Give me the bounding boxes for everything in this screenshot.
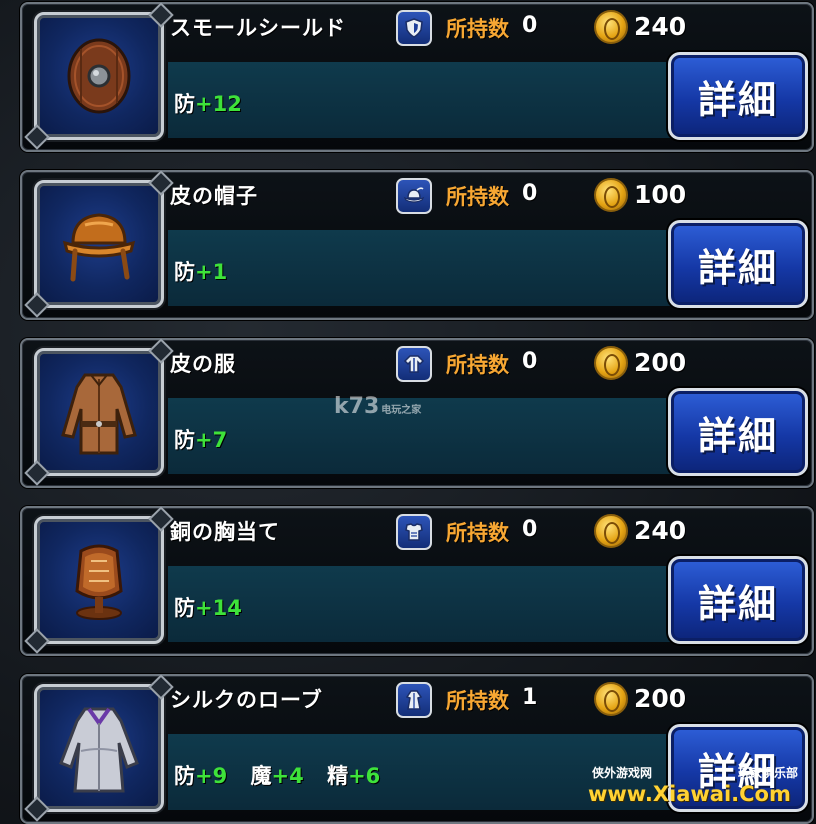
hat-icon (396, 178, 432, 214)
stat-defense: 防+1 (174, 260, 228, 284)
stat-defense: 防+9 (174, 764, 228, 788)
item-thumbnail (34, 516, 164, 644)
detail-button[interactable]: 詳細 (668, 556, 808, 644)
owned-label: 所持数 (446, 689, 509, 713)
stats-band (168, 398, 688, 474)
shop-item-row[interactable]: 皮の帽子 所持数 0 100 防+1 詳細 (20, 170, 814, 320)
item-price: 200 (634, 684, 687, 713)
leather-hat-image (62, 213, 136, 282)
owned-label: 所持数 (446, 185, 509, 209)
item-stats: 防+1 (174, 256, 243, 286)
stat-defense: 防+14 (174, 596, 242, 620)
stat-defense: 防+12 (174, 92, 242, 116)
gil-coin-icon (594, 682, 628, 716)
item-price: 240 (634, 12, 687, 41)
detail-button[interactable]: 詳細 (668, 388, 808, 476)
item-thumbnail (34, 684, 164, 812)
owned-label: 所持数 (446, 17, 509, 41)
stat-defense: 防+7 (174, 428, 228, 452)
item-price: 240 (634, 516, 687, 545)
item-price: 100 (634, 180, 687, 209)
gil-coin-icon (594, 346, 628, 380)
item-stats: 防+7 (174, 424, 243, 454)
item-name: 皮の帽子 (170, 184, 258, 208)
gil-coin-icon (594, 178, 628, 212)
bronze-breastplate-image (75, 544, 123, 620)
small-shield-image (67, 38, 131, 114)
item-name: 銅の胸当て (170, 520, 280, 544)
xiawai-watermark: 侠外游戏网 玩家俱乐部 www.Xiawai.Com (588, 766, 799, 806)
leather-clothes-image (61, 373, 137, 455)
stat-magic: 魔+4 (250, 764, 304, 788)
shop-item-row[interactable]: スモールシールド 所持数 0 240 防+12 詳細 (20, 2, 814, 152)
armor-icon (396, 514, 432, 550)
robe-icon (396, 682, 432, 718)
owned-label: 所持数 (446, 353, 509, 377)
stats-band (168, 230, 688, 306)
owned-count: 0 (522, 181, 538, 206)
item-stats: 防+12 (174, 88, 258, 118)
item-thumbnail (34, 180, 164, 308)
item-thumbnail (34, 12, 164, 140)
item-name: シルクのローブ (170, 688, 323, 712)
stat-spirit: 精+6 (327, 764, 381, 788)
k73-watermark: k73 电玩之家 (334, 394, 422, 419)
item-stats: 防+9 魔+4 精+6 (174, 760, 396, 790)
owned-count: 0 (522, 517, 538, 542)
owned-count: 1 (522, 685, 538, 710)
item-thumbnail (34, 348, 164, 476)
detail-button[interactable]: 詳細 (668, 52, 808, 140)
item-name: スモールシールド (170, 16, 346, 40)
gil-coin-icon (594, 10, 628, 44)
detail-button[interactable]: 詳細 (668, 220, 808, 308)
silk-robe-image (59, 707, 139, 793)
clothes-icon (396, 346, 432, 382)
owned-count: 0 (522, 13, 538, 38)
item-stats: 防+14 (174, 592, 258, 622)
shield-icon (396, 10, 432, 46)
shop-item-row[interactable]: 銅の胸当て 所持数 0 240 防+14 詳細 (20, 506, 814, 656)
item-name: 皮の服 (170, 352, 236, 376)
owned-label: 所持数 (446, 521, 509, 545)
owned-count: 0 (522, 349, 538, 374)
item-price: 200 (634, 348, 687, 377)
gil-coin-icon (594, 514, 628, 548)
